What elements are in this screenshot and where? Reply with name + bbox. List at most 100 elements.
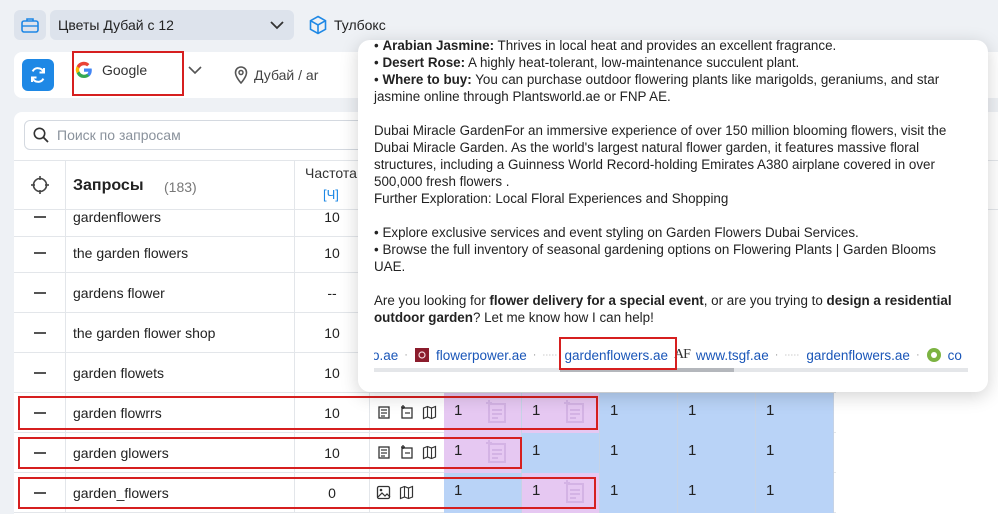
position-cell[interactable]: 1 [600,393,678,433]
position-value: 1 [610,402,619,419]
refresh-icon [31,67,45,83]
serp-placeholder-icon [486,440,506,463]
queries-count: (183) [164,179,197,195]
position-cell[interactable]: 1 [600,473,678,513]
row-actions [376,445,437,460]
gardenflowers-favicon-icon [785,354,800,356]
query-text[interactable]: gardens flower [73,285,165,301]
row-toggle[interactable] [14,273,66,313]
flowerpower-favicon-icon [414,348,429,362]
query-text[interactable]: garden flowets [73,365,164,381]
minus-icon [33,252,46,254]
position-value: 1 [532,442,541,459]
project-select[interactable]: Цветы Дубай с 12 [50,10,294,40]
chevron-down-icon [270,20,284,29]
list-icon[interactable] [376,405,391,420]
position-cell[interactable]: 1 [444,393,522,433]
position-cell[interactable]: 1 [756,433,834,473]
google-icon [75,61,92,79]
frequency-value: 0 [294,473,370,513]
position-cell[interactable]: 1 [600,433,678,473]
bullet-desert-rose: • Desert Rose: A highly heat-tolerant, l… [374,55,800,70]
position-cell[interactable]: 1 [678,393,756,433]
table-row[interactable]: garden flowrrs 10 1 1 1 1 1 [14,393,836,433]
source-link[interactable]: o.ae [374,348,398,363]
position-cell[interactable]: 1 [522,393,600,433]
position-cell[interactable]: 1 [678,473,756,513]
bullet-inventory: • Browse the full inventory of seasonal … [374,242,936,274]
image-icon[interactable] [376,485,391,500]
region-label: Дубай / ar [254,67,319,83]
query-text[interactable]: the garden flower shop [73,325,215,341]
table-row[interactable]: garden glowers 10 1 1 1 1 1 [14,433,836,473]
source-link[interactable]: www.tsgf.ae [696,348,769,363]
chevron-down-icon[interactable] [188,66,202,75]
row-toggle[interactable] [14,197,66,237]
add-list-icon[interactable] [399,445,414,460]
position-cell[interactable]: 1 [756,393,834,433]
refresh-button[interactable] [22,59,54,91]
position-cell[interactable]: 1 [444,433,522,473]
search-engine-label: Google [102,62,148,78]
position-value: 1 [766,482,775,499]
position-cell[interactable]: 1 [444,473,522,513]
sources-carousel: o.ae · flowerpower.ae · gardenflowers.ae… [374,347,962,363]
list-icon[interactable] [376,445,391,460]
position-value: 1 [454,482,463,499]
position-value: 1 [688,482,697,499]
query-text[interactable]: garden flowrrs [73,405,162,421]
position-cell[interactable]: 1 [522,433,600,473]
source-link[interactable]: co [948,348,962,363]
toolbox-link[interactable]: Тулбокс [308,15,386,35]
row-toggle[interactable] [14,313,66,353]
queries-column-header[interactable]: Запросы [73,177,143,195]
top-bar: Цветы Дубай с 12 Тулбокс [14,10,386,40]
position-cell[interactable]: 1 [678,433,756,473]
ai-overview-text: • Arabian Jasmine: Thrives in local heat… [374,40,970,326]
source-link[interactable]: flowerpower.ae [436,348,527,363]
position-value: 1 [454,442,463,459]
table-row[interactable]: garden_flowers 0 1 1 1 1 1 [14,473,836,513]
map-icon[interactable] [422,405,437,420]
row-toggle[interactable] [14,233,66,273]
sources-scrollbar[interactable] [374,368,968,372]
tsgf-logo-icon: AF [674,347,691,362]
position-value: 1 [610,442,619,459]
briefcase-button[interactable] [14,10,46,40]
region-select[interactable]: Дубай / ar [234,66,318,84]
map-icon[interactable] [399,485,414,500]
cube-icon [309,15,327,35]
ai-overview-popup: • Arabian Jasmine: Thrives in local heat… [358,40,988,392]
query-text[interactable]: garden_flowers [73,485,169,501]
position-value: 1 [688,442,697,459]
row-toggle[interactable] [14,433,66,473]
source-link[interactable]: gardenflowers.ae [806,348,910,363]
row-toggle[interactable] [14,473,66,513]
map-icon[interactable] [422,445,437,460]
source-link[interactable]: gardenflowers.ae [564,348,668,363]
serp-placeholder-icon [564,400,584,423]
frequency-value: 10 [294,433,370,473]
query-text[interactable]: gardenflowers [73,209,161,225]
toolbox-label: Тулбокс [334,17,386,33]
position-value: 1 [454,402,463,419]
bullet-where-to-buy: • Where to buy: You can purchase outdoor… [374,72,940,104]
minus-icon [33,412,46,414]
minus-icon [33,372,46,374]
query-text[interactable]: garden glowers [73,445,169,461]
query-text[interactable]: the garden flowers [73,245,188,261]
position-cell[interactable]: 1 [522,473,600,513]
row-toggle[interactable] [14,353,66,393]
row-toggle[interactable] [14,393,66,433]
search-engine-select[interactable]: Google [74,60,147,80]
row-actions [376,485,414,500]
bullet-arabian-jasmine: • Arabian Jasmine: Thrives in local heat… [374,40,837,53]
search-input[interactable] [57,127,347,143]
co-favicon-icon [926,348,941,362]
row-actions [376,405,437,420]
sources-scrollbar-thumb[interactable] [560,368,734,372]
add-list-icon[interactable] [399,405,414,420]
project-name: Цветы Дубай с 12 [58,17,174,33]
position-value: 1 [532,402,541,419]
position-cell[interactable]: 1 [756,473,834,513]
